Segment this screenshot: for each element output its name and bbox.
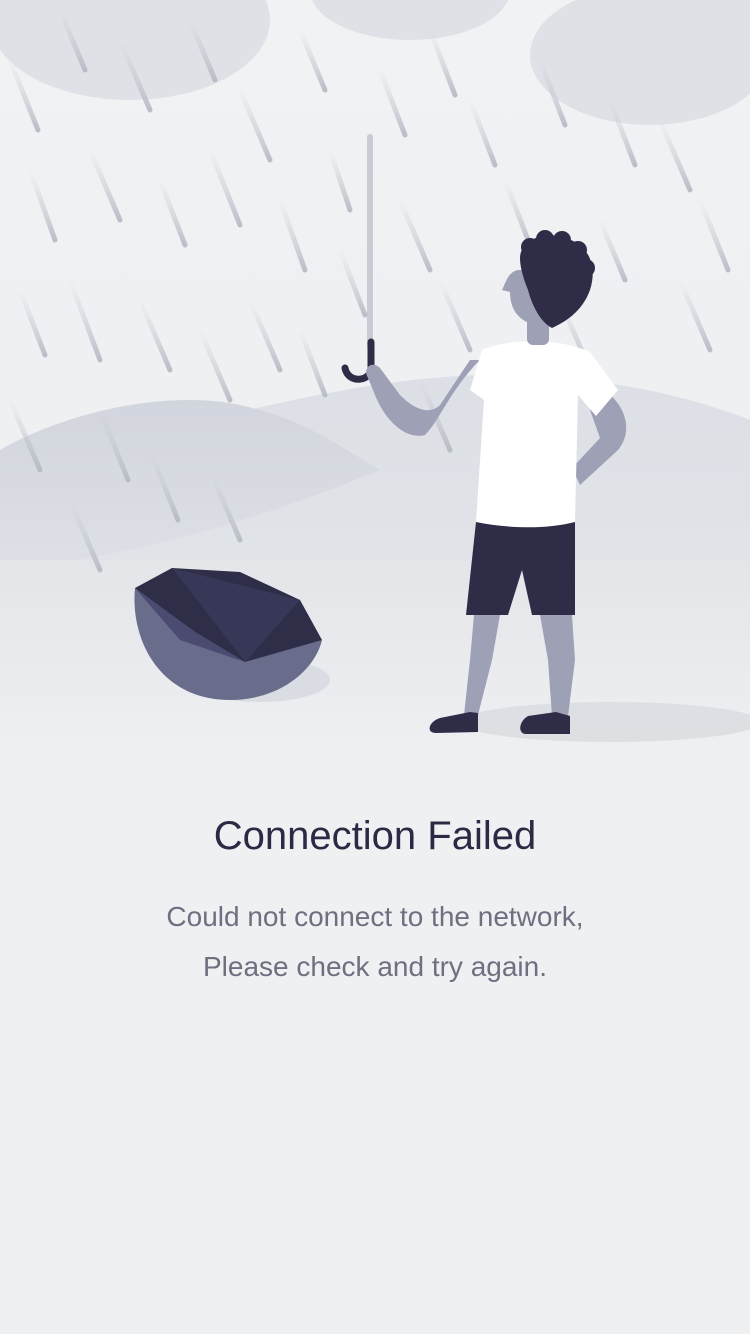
error-title: Connection Failed <box>213 814 537 858</box>
error-message-line1: Could not connect to the network, <box>166 901 584 932</box>
error-message-line2: Please check and try again. <box>203 951 547 982</box>
error-screen: Connection Failed Could not connect to t… <box>0 0 750 1334</box>
error-message: Could not connect to the network, Please… <box>0 892 750 992</box>
rain-broken-umbrella-illustration <box>0 0 750 760</box>
